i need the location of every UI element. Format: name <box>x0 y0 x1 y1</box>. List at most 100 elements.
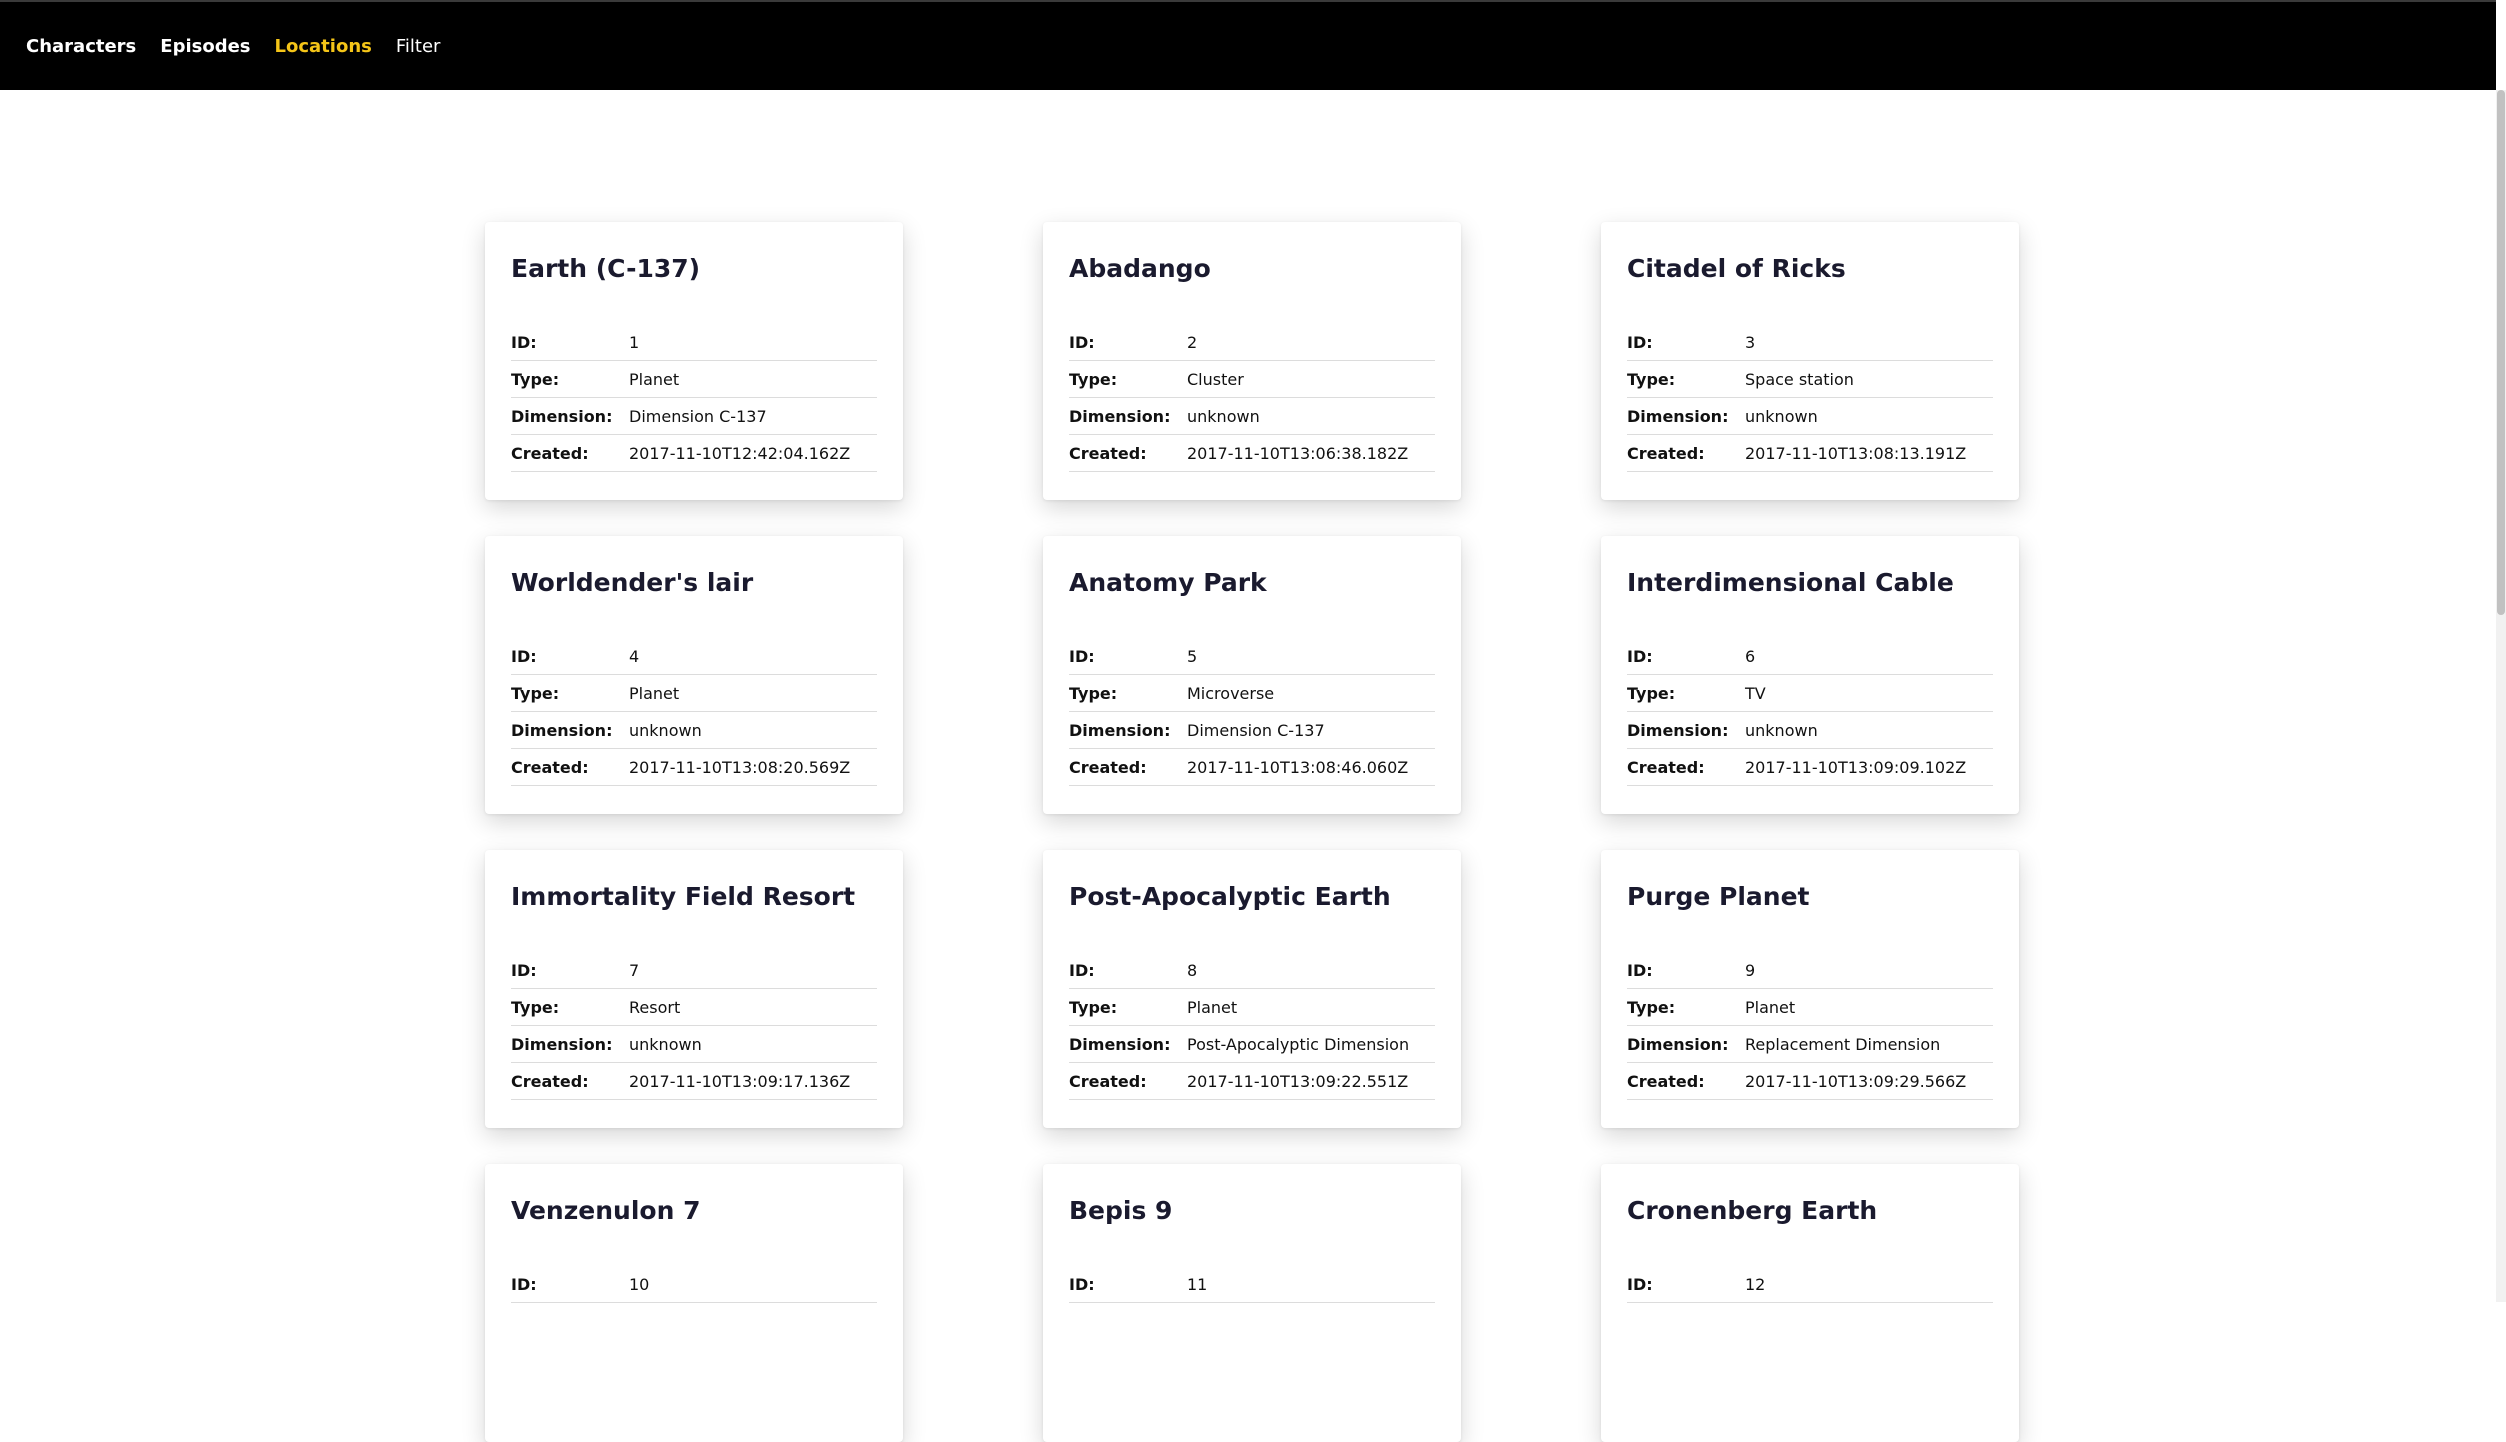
detail-row-created: Created: 2017-11-10T13:06:38.182Z <box>1069 435 1435 472</box>
detail-row-created: Created: 2017-11-10T13:09:29.566Z <box>1627 1063 1993 1100</box>
detail-label: ID: <box>511 960 537 980</box>
location-card[interactable]: Anatomy Park ID: 5 Type: Microverse Dimension… <box>1043 536 1461 814</box>
nav-characters[interactable]: Characters <box>26 36 136 57</box>
detail-value: Planet <box>629 369 680 389</box>
top-nav-bar: Characters Episodes Locations Filter <box>0 0 2496 90</box>
detail-row-dimension: Dimension: Replacement Dimension <box>1627 1026 1993 1063</box>
detail-row-created: Created: 2017-11-10T13:09:09.102Z <box>1627 749 1993 786</box>
detail-row-created: Created: 2017-11-10T13:08:20.569Z <box>511 749 877 786</box>
detail-row-created: Created: 2017-11-10T13:09:22.551Z <box>1069 1063 1435 1100</box>
detail-label: Type: <box>1069 997 1118 1017</box>
location-card[interactable]: Interdimensional Cable ID: 6 Type: TV Dimensi… <box>1601 536 2019 814</box>
detail-label: ID: <box>1069 1274 1095 1294</box>
nav-filter[interactable]: Filter <box>396 36 441 57</box>
location-card[interactable]: Worldender's lair ID: 4 Type: Planet Dimensio… <box>485 536 903 814</box>
detail-label: Type: <box>1627 683 1676 703</box>
detail-label: Created: <box>1627 757 1705 777</box>
nav-episodes[interactable]: Episodes <box>160 36 250 57</box>
detail-value: 2017-11-10T13:09:22.551Z <box>1187 1071 1409 1091</box>
location-card[interactable]: Purge Planet ID: 9 Type: Planet Dimension: Rep… <box>1601 850 2019 1128</box>
location-name: Immortality Field Resort <box>511 882 856 911</box>
detail-row-type: Type: TV <box>1627 675 1993 712</box>
location-name: Cronenberg Earth <box>1627 1196 1878 1225</box>
detail-value: 2017-11-10T13:08:20.569Z <box>629 757 851 777</box>
detail-row-dimension: Dimension: unknown <box>511 1026 877 1063</box>
location-card[interactable]: Immortality Field Resort ID: 7 Type: Resort D… <box>485 850 903 1128</box>
detail-label: Type: <box>1627 997 1676 1017</box>
detail-row-dimension: Dimension: Post-Apocalyptic Dimension <box>1069 1026 1435 1063</box>
page-scrollbar[interactable] <box>2496 90 2506 1302</box>
locations-grid: Earth (C-137) ID: 1 Type: Planet Dimension: Di… <box>485 222 2021 1442</box>
detail-row-type: Type: Planet <box>1069 989 1435 1026</box>
location-name: Post-Apocalyptic Earth <box>1069 882 1391 911</box>
detail-label: ID: <box>511 332 537 352</box>
detail-label: Dimension: <box>1627 406 1729 426</box>
detail-value: 10 <box>629 1274 650 1294</box>
location-card[interactable]: Citadel of Ricks ID: 3 Type: Space station Di… <box>1601 222 2019 500</box>
detail-row-created: Created: 2017-11-10T12:42:04.162Z <box>511 435 877 472</box>
detail-value: 11 <box>1187 1274 1208 1294</box>
detail-label: ID: <box>511 1274 537 1294</box>
detail-value: 8 <box>1187 960 1198 980</box>
location-name: Interdimensional Cable <box>1627 568 1954 597</box>
detail-row-id: ID: 12 <box>1627 1266 1993 1303</box>
detail-value: Replacement Dimension <box>1745 1034 1941 1054</box>
detail-label: Created: <box>511 1071 589 1091</box>
detail-label: ID: <box>1627 646 1653 666</box>
detail-label: Dimension: <box>1069 1034 1171 1054</box>
detail-value: unknown <box>1745 720 1818 740</box>
detail-value: Planet <box>1745 997 1796 1017</box>
location-card[interactable]: Cronenberg Earth ID: 12 <box>1601 1164 2019 1442</box>
scrollbar-thumb[interactable] <box>2497 90 2505 615</box>
detail-value: unknown <box>629 1034 702 1054</box>
detail-row-id: ID: 2 <box>1069 324 1435 361</box>
detail-value: Planet <box>629 683 680 703</box>
detail-label: Created: <box>511 443 589 463</box>
location-name: Anatomy Park <box>1069 568 1267 597</box>
detail-value: unknown <box>629 720 702 740</box>
location-card[interactable]: Venzenulon 7 ID: 10 <box>485 1164 903 1442</box>
detail-row-dimension: Dimension: unknown <box>1627 398 1993 435</box>
detail-value: 7 <box>629 960 640 980</box>
detail-row-id: ID: 8 <box>1069 952 1435 989</box>
detail-value: TV <box>1745 683 1766 703</box>
detail-label: Type: <box>511 683 560 703</box>
detail-value: Dimension C-137 <box>1187 720 1325 740</box>
detail-label: Dimension: <box>511 1034 613 1054</box>
detail-label: Created: <box>1627 1071 1705 1091</box>
detail-label: ID: <box>1069 960 1095 980</box>
nav-locations[interactable]: Locations <box>275 36 372 57</box>
detail-label: Type: <box>1069 369 1118 389</box>
detail-label: Created: <box>1069 757 1147 777</box>
detail-label: Type: <box>511 369 560 389</box>
location-name: Worldender's lair <box>511 568 754 597</box>
location-card[interactable]: Abadango ID: 2 Type: Cluster Dimension: unknow… <box>1043 222 1461 500</box>
detail-value: 2017-11-10T13:09:09.102Z <box>1745 757 1967 777</box>
detail-row-type: Type: Microverse <box>1069 675 1435 712</box>
location-name: Citadel of Ricks <box>1627 254 1846 283</box>
detail-row-id: ID: 7 <box>511 952 877 989</box>
detail-value: 1 <box>629 332 640 352</box>
detail-value: Cluster <box>1187 369 1244 389</box>
detail-row-id: ID: 11 <box>1069 1266 1435 1303</box>
detail-label: Type: <box>1627 369 1676 389</box>
detail-row-type: Type: Planet <box>511 675 877 712</box>
detail-value: 12 <box>1745 1274 1766 1294</box>
location-name: Abadango <box>1069 254 1211 283</box>
detail-row-dimension: Dimension: unknown <box>511 712 877 749</box>
detail-row-type: Type: Planet <box>1627 989 1993 1026</box>
detail-row-id: ID: 3 <box>1627 324 1993 361</box>
detail-value: Post-Apocalyptic Dimension <box>1187 1034 1410 1054</box>
location-card[interactable]: Earth (C-137) ID: 1 Type: Planet Dimension: Di… <box>485 222 903 500</box>
detail-row-id: ID: 4 <box>511 638 877 675</box>
detail-value: Space station <box>1745 369 1854 389</box>
detail-label: Created: <box>1069 443 1147 463</box>
detail-label: ID: <box>1069 332 1095 352</box>
detail-row-id: ID: 10 <box>511 1266 877 1303</box>
location-card[interactable]: Post-Apocalyptic Earth ID: 8 Type: Planet Dim… <box>1043 850 1461 1128</box>
location-card[interactable]: Bepis 9 ID: 11 <box>1043 1164 1461 1442</box>
location-name: Purge Planet <box>1627 882 1810 911</box>
detail-row-id: ID: 1 <box>511 324 877 361</box>
detail-row-type: Type: Space station <box>1627 361 1993 398</box>
detail-label: Dimension: <box>1069 720 1171 740</box>
